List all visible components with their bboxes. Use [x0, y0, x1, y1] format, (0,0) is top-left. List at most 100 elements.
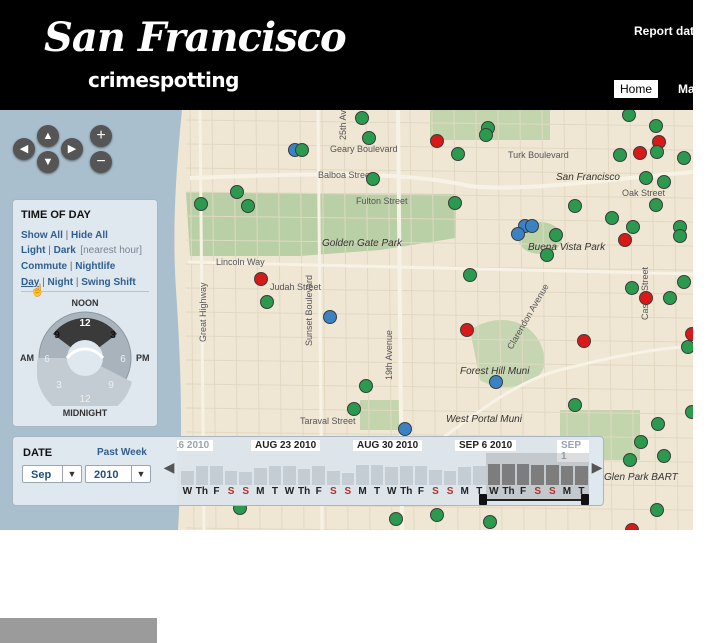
- pan-right-button[interactable]: ▶: [61, 138, 83, 160]
- timeline-bar[interactable]: [356, 465, 369, 485]
- crime-marker[interactable]: [549, 228, 563, 242]
- crime-marker[interactable]: [540, 248, 554, 262]
- timeline-bar[interactable]: [312, 466, 325, 485]
- crime-marker[interactable]: [649, 119, 663, 133]
- timeline-bar[interactable]: [531, 465, 544, 485]
- crime-marker[interactable]: [460, 323, 474, 337]
- timeline-prev-button[interactable]: ◀: [159, 437, 179, 505]
- date-timeline[interactable]: 16 2010 AUG 23 2010 AUG 30 2010 SEP 6 2010 S…: [177, 437, 589, 505]
- night-link[interactable]: Night: [48, 277, 74, 288]
- month-select[interactable]: Sep ▼: [22, 465, 82, 483]
- commute-link[interactable]: Commute: [21, 261, 67, 272]
- pan-down-button[interactable]: ▼: [37, 151, 59, 173]
- crime-marker[interactable]: [622, 110, 636, 122]
- timeline-bar[interactable]: [458, 467, 471, 485]
- crime-marker[interactable]: [634, 435, 648, 449]
- crime-marker[interactable]: [568, 398, 582, 412]
- nightlife-link[interactable]: Nightlife: [75, 261, 115, 272]
- crime-marker[interactable]: [625, 281, 639, 295]
- crime-marker[interactable]: [463, 268, 477, 282]
- nav-maps-tab[interactable]: Maps: [678, 82, 693, 96]
- timeline-bar[interactable]: [210, 466, 223, 485]
- timeline-bar[interactable]: [268, 466, 282, 485]
- crime-marker[interactable]: [451, 147, 465, 161]
- crime-marker[interactable]: [618, 233, 632, 247]
- report-data-link[interactable]: Report data: [634, 24, 693, 38]
- logo-title[interactable]: San Francisco: [44, 14, 347, 61]
- crime-marker[interactable]: [295, 143, 309, 157]
- crime-marker[interactable]: [673, 229, 687, 243]
- timeline-bar[interactable]: [327, 471, 340, 485]
- timeline-bar[interactable]: [254, 468, 267, 485]
- light-link[interactable]: Light: [21, 245, 45, 256]
- crime-marker[interactable]: [511, 227, 525, 241]
- crime-marker[interactable]: [623, 453, 637, 467]
- timeline-bar[interactable]: [414, 466, 428, 485]
- timeline-bar[interactable]: [487, 464, 501, 485]
- crime-marker[interactable]: [677, 275, 691, 289]
- logo-subtitle[interactable]: crimespotting: [88, 68, 239, 92]
- crime-marker[interactable]: [366, 172, 380, 186]
- crime-marker[interactable]: [194, 197, 208, 211]
- crime-marker[interactable]: [230, 185, 244, 199]
- crime-marker[interactable]: [681, 340, 694, 354]
- crime-marker[interactable]: [241, 199, 255, 213]
- crime-marker[interactable]: [639, 291, 653, 305]
- timeline-bar[interactable]: [502, 464, 515, 485]
- crime-marker[interactable]: [657, 175, 671, 189]
- timeline-bar[interactable]: [560, 466, 574, 485]
- crime-marker[interactable]: [398, 422, 412, 436]
- timeline-bar[interactable]: [473, 466, 486, 485]
- timeline-next-button[interactable]: ▶: [590, 437, 604, 505]
- crime-marker[interactable]: [254, 272, 268, 286]
- crime-marker[interactable]: [650, 145, 664, 159]
- crime-marker[interactable]: [677, 151, 691, 165]
- crime-marker[interactable]: [685, 405, 694, 419]
- time-clock-dial[interactable]: 12 3 6 9 6 3 12 9: [37, 310, 133, 406]
- crime-marker[interactable]: [663, 291, 677, 305]
- crime-marker[interactable]: [483, 515, 497, 529]
- crime-marker[interactable]: [525, 219, 539, 233]
- crime-marker[interactable]: [489, 375, 503, 389]
- timeline-bar[interactable]: [516, 464, 530, 485]
- dark-link[interactable]: Dark: [54, 245, 76, 256]
- crime-map[interactable]: Geary Boulevard Turk Boulevard Balboa Stre…: [0, 110, 693, 530]
- crime-marker[interactable]: [359, 379, 373, 393]
- crime-marker[interactable]: [685, 327, 694, 341]
- crime-marker[interactable]: [651, 417, 665, 431]
- pan-up-button[interactable]: ▲: [37, 125, 59, 147]
- crime-marker[interactable]: [389, 512, 403, 526]
- past-week-link[interactable]: Past Week: [97, 447, 147, 458]
- crime-marker[interactable]: [649, 198, 663, 212]
- year-select[interactable]: 2010 ▼: [85, 465, 151, 483]
- range-start-handle[interactable]: [479, 494, 487, 505]
- pan-left-button[interactable]: ◀: [13, 138, 35, 160]
- timeline-bar[interactable]: [370, 465, 384, 485]
- timeline-bar[interactable]: [429, 470, 442, 485]
- crime-marker[interactable]: [430, 508, 444, 522]
- timeline-bar[interactable]: [239, 472, 252, 485]
- nav-home-tab[interactable]: Home: [614, 80, 659, 98]
- timeline-bar[interactable]: [341, 473, 355, 485]
- timeline-bar[interactable]: [443, 471, 457, 485]
- timeline-bar[interactable]: [546, 465, 559, 485]
- crime-marker[interactable]: [577, 334, 591, 348]
- crime-marker[interactable]: [657, 449, 671, 463]
- crime-marker[interactable]: [625, 523, 639, 531]
- timeline-bar[interactable]: [195, 466, 209, 485]
- timeline-bar[interactable]: [385, 467, 398, 485]
- crime-marker[interactable]: [479, 128, 493, 142]
- zoom-in-button[interactable]: +: [90, 125, 112, 147]
- crime-marker[interactable]: [362, 131, 376, 145]
- crime-marker[interactable]: [650, 503, 664, 517]
- timeline-bar[interactable]: [283, 466, 296, 485]
- crime-marker[interactable]: [260, 295, 274, 309]
- crime-marker[interactable]: [613, 148, 627, 162]
- crime-marker[interactable]: [347, 402, 361, 416]
- crime-marker[interactable]: [430, 134, 444, 148]
- timeline-bar[interactable]: [224, 471, 238, 485]
- timeline-bar[interactable]: [181, 471, 194, 485]
- timeline-bar[interactable]: [400, 466, 413, 485]
- crime-marker[interactable]: [605, 211, 619, 225]
- crime-marker[interactable]: [323, 310, 337, 324]
